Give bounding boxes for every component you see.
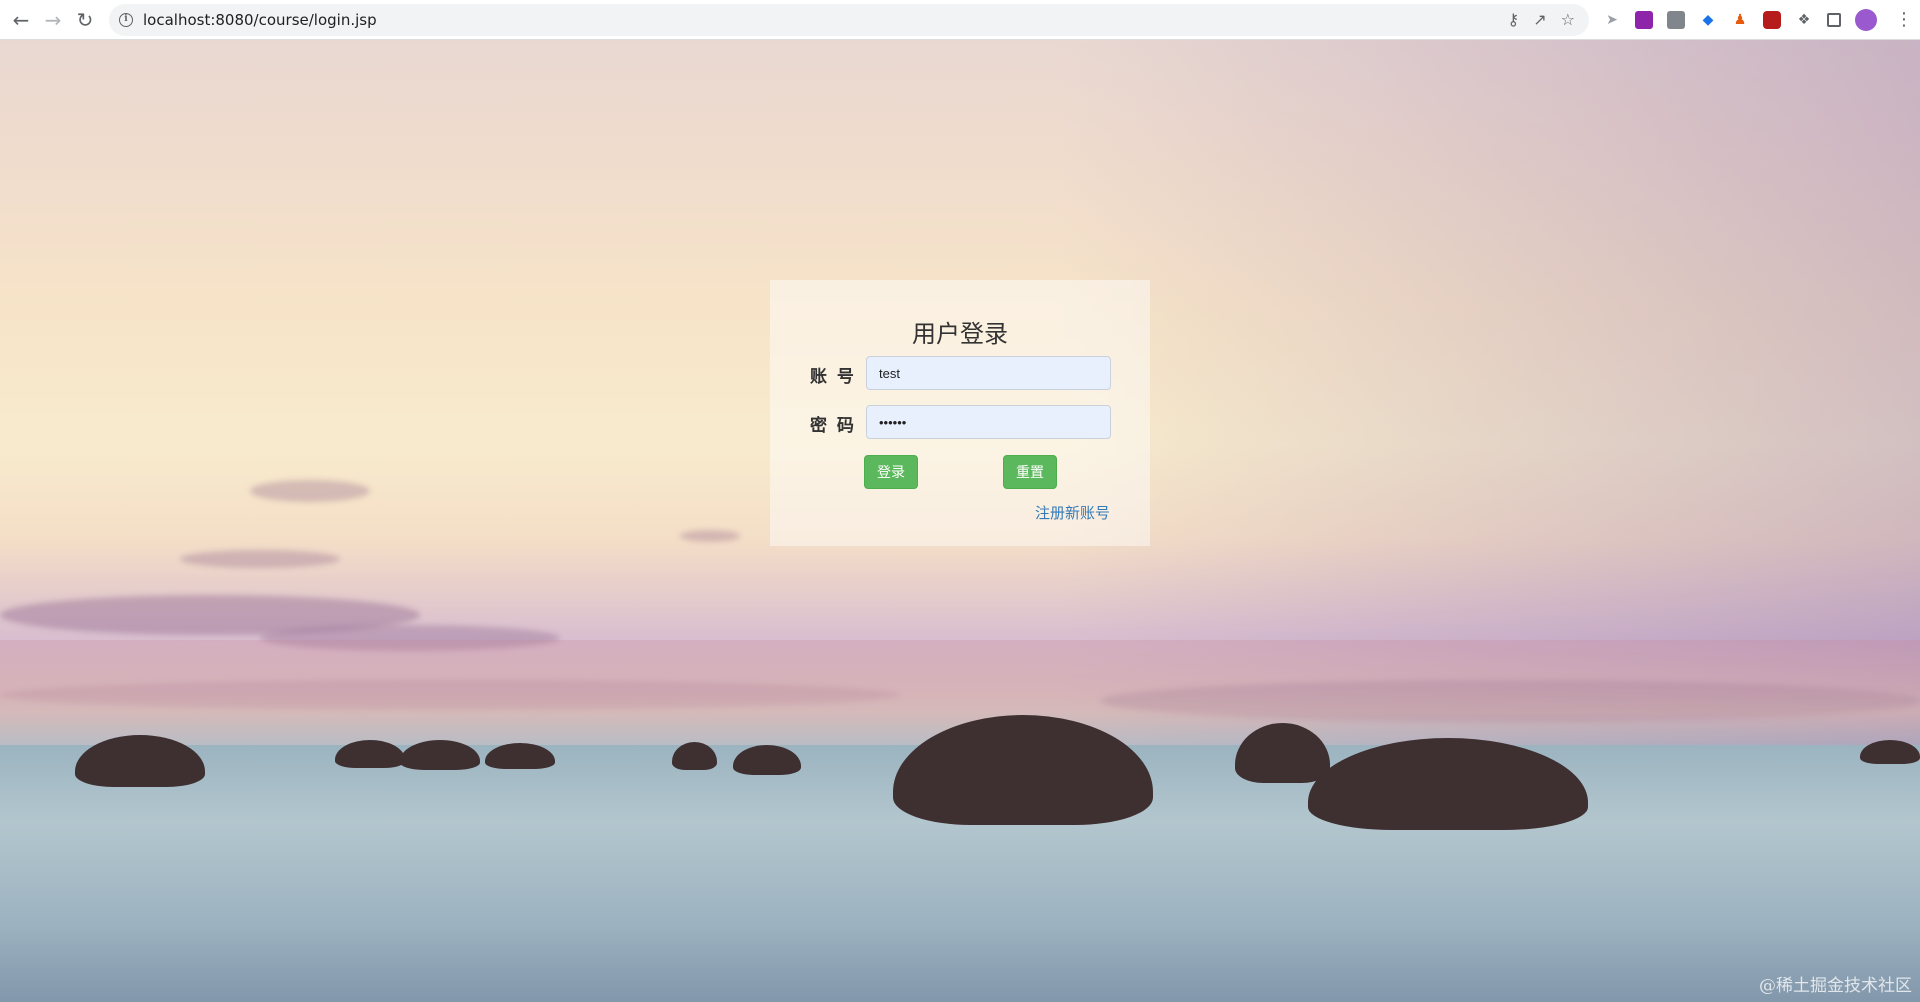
address-actions: ⚷ ↗ ☆ <box>1508 10 1589 29</box>
extensions-area: ➤ ◆ ♟ ❖ ⋮ <box>1603 8 1913 31</box>
password-label: 密 码 <box>810 416 856 436</box>
profile-avatar[interactable] <box>1855 8 1877 31</box>
site-info-icon[interactable]: i <box>119 12 133 27</box>
cloud <box>680 530 740 542</box>
reset-button[interactable]: 重置 <box>1003 455 1057 489</box>
puzzle-extensions-icon[interactable]: ❖ <box>1795 11 1813 29</box>
person-extension-icon[interactable]: ♟ <box>1731 11 1749 29</box>
page-background: 用户登录 账 号 密 码 登录 重置 注册新账号 @稀土掘金技术社区 <box>0 40 1920 1002</box>
browser-toolbar: ← → ↻ i localhost:8080/course/login.jsp … <box>0 0 1920 40</box>
login-title: 用户登录 <box>912 320 1008 348</box>
jrebel-extension-icon[interactable] <box>1635 10 1653 29</box>
ublock-extension-icon[interactable] <box>1763 10 1781 29</box>
login-panel: 用户登录 账 号 密 码 登录 重置 注册新账号 <box>770 280 1150 546</box>
reload-icon[interactable]: ↻ <box>69 4 101 36</box>
diamond-extension-icon[interactable]: ◆ <box>1699 11 1717 29</box>
back-arrow-icon[interactable]: ← <box>5 4 37 36</box>
window-extension-icon[interactable] <box>1667 10 1685 29</box>
key-icon[interactable]: ⚷ <box>1508 10 1520 29</box>
url-text: localhost:8080/course/login.jsp <box>143 10 377 29</box>
cloud <box>250 480 370 502</box>
cursor-extension-icon[interactable]: ➤ <box>1603 11 1621 29</box>
login-button[interactable]: 登录 <box>864 455 918 489</box>
bookmark-star-icon[interactable]: ☆ <box>1561 10 1575 29</box>
account-input[interactable] <box>866 356 1111 390</box>
watermark: @稀土掘金技术社区 <box>1759 976 1912 996</box>
cloud <box>180 550 340 568</box>
share-icon[interactable]: ↗ <box>1533 10 1546 29</box>
password-input[interactable] <box>866 405 1111 439</box>
account-label: 账 号 <box>810 367 856 387</box>
side-panel-icon[interactable] <box>1827 12 1841 27</box>
register-link[interactable]: 注册新账号 <box>1035 502 1110 523</box>
more-menu-icon[interactable]: ⋮ <box>1895 9 1913 30</box>
address-bar[interactable]: i localhost:8080/course/login.jsp ⚷ ↗ ☆ <box>109 3 1589 36</box>
forward-arrow-icon[interactable]: → <box>37 4 69 36</box>
